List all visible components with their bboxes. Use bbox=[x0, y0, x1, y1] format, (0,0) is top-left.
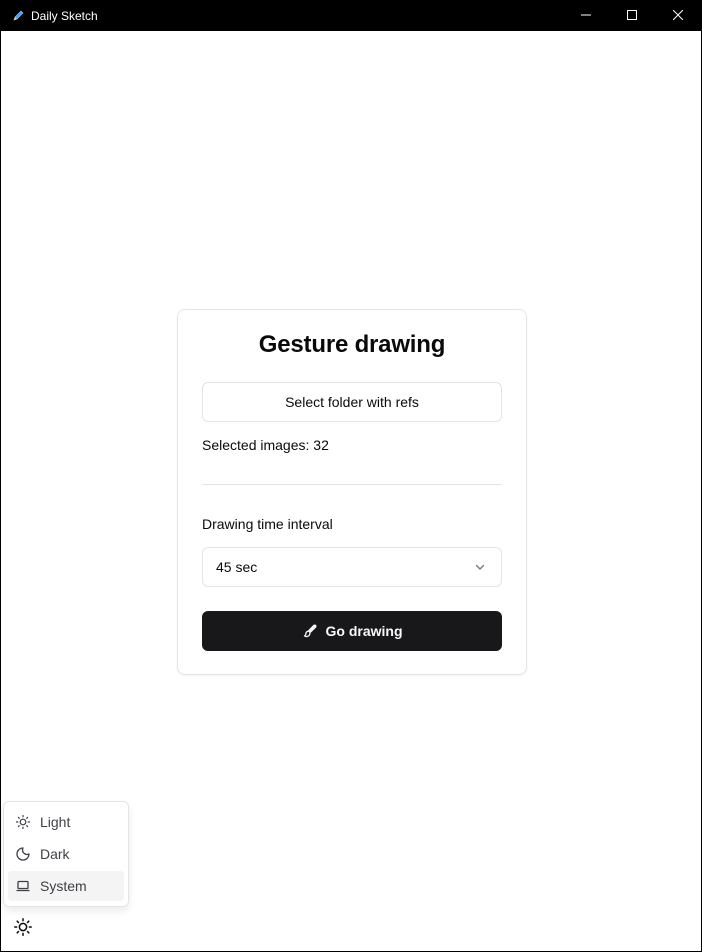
theme-option-label: Light bbox=[40, 814, 71, 830]
theme-option-system[interactable]: System bbox=[8, 871, 124, 901]
close-button[interactable] bbox=[655, 1, 701, 31]
selected-images-label: Selected images: bbox=[202, 437, 310, 453]
theme-menu: Light Dark System bbox=[3, 801, 129, 907]
paintbrush-icon bbox=[302, 623, 318, 639]
theme-toggle-button[interactable] bbox=[11, 917, 35, 941]
sun-icon bbox=[15, 814, 31, 830]
maximize-icon bbox=[627, 7, 637, 25]
select-folder-button[interactable]: Select folder with refs bbox=[202, 382, 502, 422]
selected-images-count: 32 bbox=[313, 437, 329, 453]
close-icon bbox=[672, 7, 684, 25]
gesture-drawing-card: Gesture drawing Select folder with refs … bbox=[177, 309, 527, 675]
go-drawing-button[interactable]: Go drawing bbox=[202, 611, 502, 651]
theme-option-label: Dark bbox=[40, 846, 70, 862]
app-window: Daily Sketch Gesture drawing Select fold… bbox=[0, 0, 702, 952]
go-drawing-label: Go drawing bbox=[325, 623, 403, 639]
window-title: Daily Sketch bbox=[31, 9, 98, 23]
pencil-icon bbox=[11, 9, 25, 23]
theme-option-label: System bbox=[40, 878, 87, 894]
title-bar: Daily Sketch bbox=[1, 1, 701, 31]
card-title: Gesture drawing bbox=[258, 331, 446, 358]
theme-option-light[interactable]: Light bbox=[8, 807, 124, 837]
minimize-icon bbox=[581, 7, 591, 25]
maximize-button[interactable] bbox=[609, 1, 655, 31]
selected-images-status: Selected images: 32 bbox=[202, 437, 329, 453]
interval-label: Drawing time interval bbox=[202, 516, 333, 532]
interval-select[interactable]: 45 sec bbox=[202, 547, 502, 587]
divider bbox=[202, 484, 502, 485]
minimize-button[interactable] bbox=[563, 1, 609, 31]
laptop-icon bbox=[15, 878, 31, 894]
interval-value: 45 sec bbox=[216, 559, 258, 575]
theme-option-dark[interactable]: Dark bbox=[8, 839, 124, 869]
moon-icon bbox=[15, 846, 31, 862]
sun-icon bbox=[13, 917, 33, 942]
window-controls bbox=[563, 1, 701, 31]
chevron-down-icon bbox=[473, 560, 487, 574]
